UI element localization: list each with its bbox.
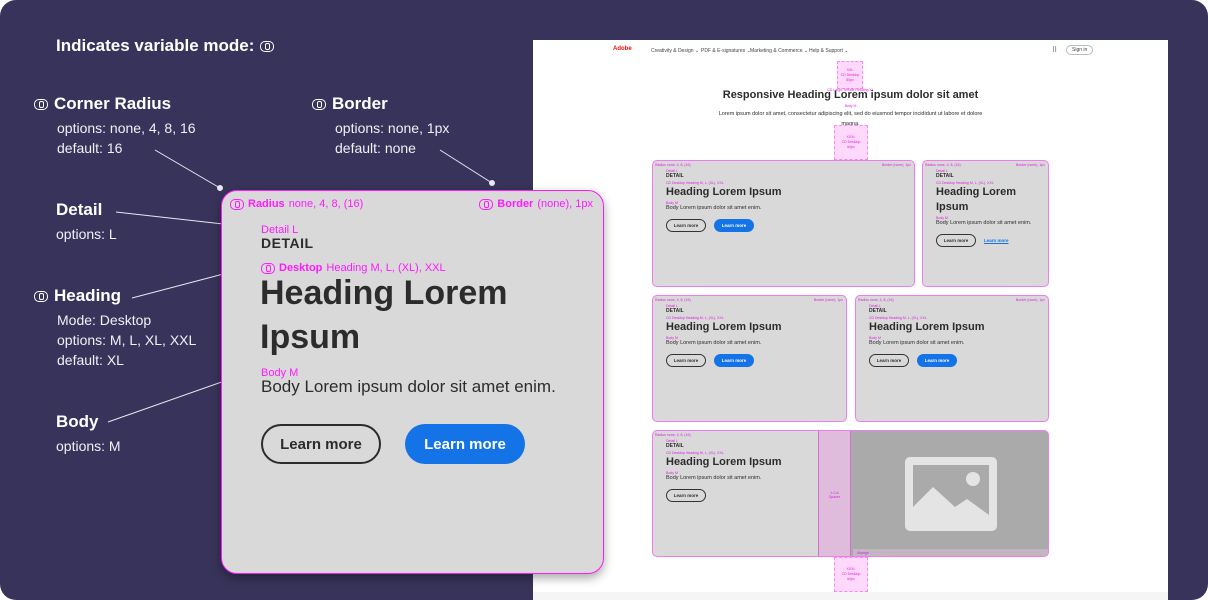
variable-mode-icon — [479, 198, 494, 210]
heading-text: Heading Lorem Ipsum — [260, 274, 508, 356]
radius-variable-label: Radius none, 4, 8, (16) — [230, 198, 363, 210]
variable-mode-icon — [230, 198, 244, 210]
border-values: (none), 1px — [537, 198, 593, 210]
border-variable-label: Border (none), 1px — [479, 198, 593, 210]
border-label: Border — [497, 198, 534, 210]
learn-more-outline-button[interactable]: Learn more — [261, 424, 381, 464]
card-preview: Radius none, 4, 8, (16) Border (none), 1px… — [221, 190, 604, 574]
connector-lines — [107, 149, 495, 423]
learn-more-primary-button[interactable]: Learn more — [405, 424, 525, 464]
radius-values: none, 4, 8, (16) — [288, 198, 364, 210]
detail-text: DETAIL — [261, 235, 314, 251]
canvas: Indicates variable mode: Corner Radius o… — [0, 0, 1208, 600]
radius-label: Radius — [248, 198, 285, 210]
body-text: Body Lorem ipsum dolor sit amet enim. — [261, 377, 556, 396]
